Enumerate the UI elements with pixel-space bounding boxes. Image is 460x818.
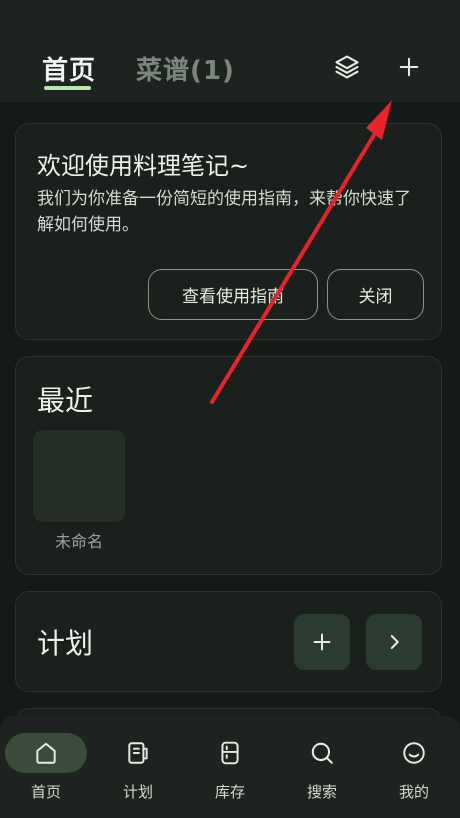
add-icon[interactable]: [394, 52, 424, 82]
fridge-icon: [221, 741, 239, 765]
nav-home-label: 首页: [30, 783, 61, 801]
welcome-card: 欢迎使用料理笔记~ 我们为你准备一份简短的使用指南，来帮你快速了解如何使用。 查…: [15, 123, 442, 340]
nav-home[interactable]: 首页: [0, 716, 92, 818]
recent-title: 最近: [37, 384, 94, 417]
tab-active-indicator: [44, 86, 91, 90]
close-button[interactable]: 关闭: [327, 269, 424, 320]
nav-search-label: 搜索: [306, 783, 337, 801]
search-icon: [311, 742, 333, 764]
chevron-right-icon: [390, 635, 399, 649]
plus-icon: [313, 633, 331, 651]
add-plan-button[interactable]: [294, 614, 350, 670]
plan-title: 计划: [37, 627, 94, 660]
nav-inventory-label: 库存: [214, 783, 245, 801]
top-app-bar: 首页 菜谱(1): [0, 0, 460, 102]
nav-plan[interactable]: 计划: [92, 716, 184, 818]
layers-icon[interactable]: [332, 52, 362, 82]
nav-inventory[interactable]: 库存: [184, 716, 276, 818]
welcome-title: 欢迎使用料理笔记~: [37, 152, 250, 180]
recent-item-thumbnail[interactable]: [33, 430, 125, 522]
recent-item-label: 未命名: [54, 532, 103, 551]
nav-profile[interactable]: 我的: [368, 716, 460, 818]
smile-icon: [403, 742, 425, 764]
planner-icon: [128, 742, 148, 764]
nav-profile-label: 我的: [398, 783, 429, 801]
welcome-description: 我们为你准备一份简短的使用指南，来帮你快速了解如何使用。: [37, 189, 411, 235]
tab-home[interactable]: 首页: [42, 50, 96, 87]
nav-search[interactable]: 搜索: [276, 716, 368, 818]
tab-recipes[interactable]: 菜谱(1): [136, 50, 235, 87]
nav-plan-label: 计划: [122, 783, 153, 801]
home-icon: [36, 742, 56, 764]
view-guide-button[interactable]: 查看使用指南: [148, 269, 318, 320]
bottom-navigation: 首页 计划 库存 搜索 我的: [0, 716, 460, 818]
open-plan-button[interactable]: [366, 614, 422, 670]
plan-card: 计划: [15, 591, 442, 692]
recent-card: 最近 未命名: [15, 356, 442, 575]
